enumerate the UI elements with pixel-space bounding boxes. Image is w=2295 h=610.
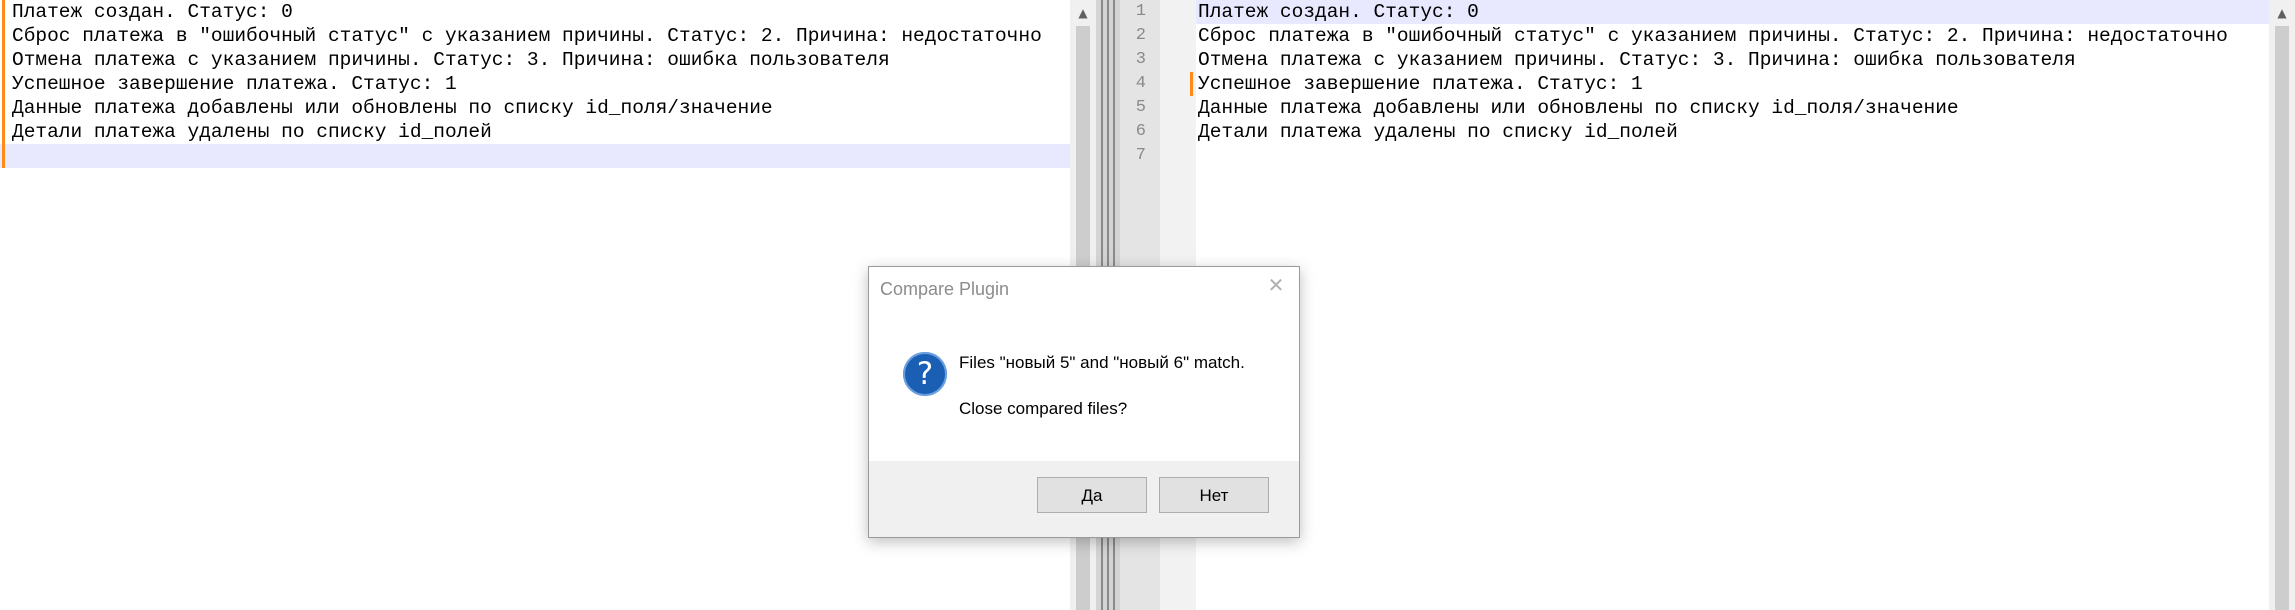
right-line-6[interactable]: Детали платежа удалены по списку id_поле… xyxy=(1198,120,1678,144)
dialog-button-bar: Да Нет xyxy=(869,461,1299,537)
left-line-3[interactable]: Отмена платежа с указанием причины. Стат… xyxy=(12,48,890,72)
right-line-3[interactable]: Отмена платежа с указанием причины. Стат… xyxy=(1198,48,2076,72)
line-number: 3 xyxy=(1135,50,1146,69)
left-line-1[interactable]: Платеж создан. Статус: 0 xyxy=(12,0,293,24)
right-line-1[interactable]: Платеж создан. Статус: 0 xyxy=(1198,0,1479,24)
right-vertical-scrollbar[interactable]: ▲ xyxy=(2269,0,2295,610)
right-line-2[interactable]: Сброс платежа в "ошибочный статус" с ука… xyxy=(1198,24,2228,48)
right-scroll-thumb[interactable] xyxy=(2275,26,2289,610)
right-line-5[interactable]: Данные платежа добавлены или обновлены п… xyxy=(1198,96,1959,120)
dialog-title: Compare Plugin xyxy=(880,279,1010,299)
dialog-message: Files "новый 5" and "новый 6" match. xyxy=(959,353,1245,372)
left-line-6[interactable]: Детали платежа удалены по списку id_поле… xyxy=(12,120,492,144)
right-line-4[interactable]: Успешное завершение платежа. Статус: 1 xyxy=(1198,72,1643,96)
line-number: 6 xyxy=(1135,122,1146,141)
line-number: 1 xyxy=(1135,2,1146,21)
line-number: 7 xyxy=(1135,146,1146,165)
no-button[interactable]: Нет xyxy=(1159,477,1269,513)
right-editor-pane[interactable]: Платеж создан. Статус: 0 Сброс платежа в… xyxy=(1160,0,2270,610)
left-line-4[interactable]: Успешное завершение платежа. Статус: 1 xyxy=(12,72,457,96)
close-icon[interactable]: ✕ xyxy=(1263,273,1289,299)
change-marker-left xyxy=(2,0,5,168)
dialog-question: Close compared files? xyxy=(959,399,1128,418)
left-line-5[interactable]: Данные платежа добавлены или обновлены п… xyxy=(12,96,773,120)
question-icon: ? xyxy=(903,352,947,396)
yes-button[interactable]: Да xyxy=(1037,477,1147,513)
current-line-highlight xyxy=(0,144,1070,168)
line-number: 2 xyxy=(1135,26,1146,45)
chevron-up-icon[interactable]: ▲ xyxy=(2269,0,2295,26)
chevron-up-icon[interactable]: ▲ xyxy=(1070,0,1096,26)
line-number: 5 xyxy=(1135,98,1146,117)
line-number: 4 xyxy=(1135,74,1146,93)
compare-plugin-dialog: Compare Plugin ✕ ? Files "новый 5" and "… xyxy=(868,266,1300,538)
left-line-2[interactable]: Сброс платежа в "ошибочный статус" с ука… xyxy=(12,24,1042,48)
change-marker-right xyxy=(1190,72,1193,96)
